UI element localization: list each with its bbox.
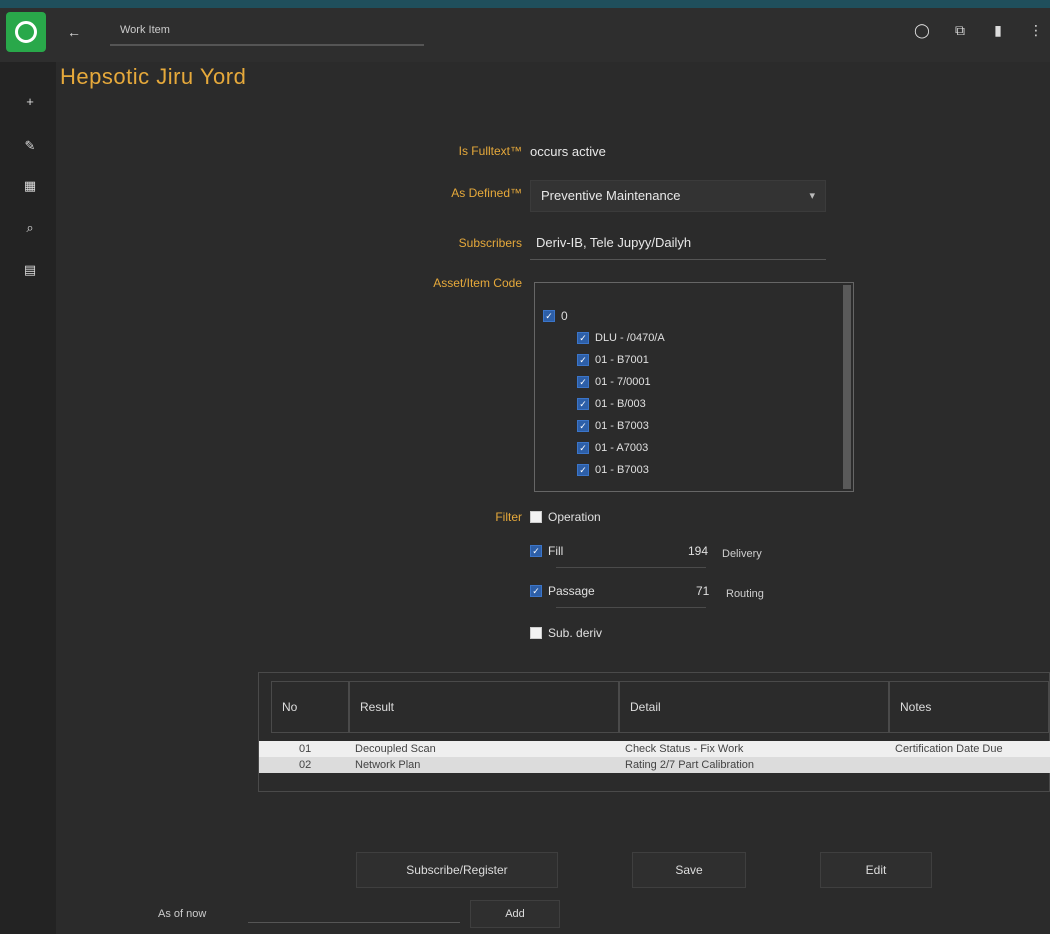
table-row[interactable]: 01 Decoupled Scan Check Status - Fix Wor… <box>259 741 1050 757</box>
circle-icon[interactable]: ◯ <box>914 22 930 38</box>
tree-checkbox[interactable]: ✓ <box>577 376 589 388</box>
tree-scrollbar[interactable] <box>843 285 851 489</box>
option-input-2[interactable] <box>556 548 706 568</box>
table-cell: Network Plan <box>355 759 421 771</box>
logo-icon <box>15 21 37 43</box>
field3-value: Deriv-IB, Tele Jupyy/Dailyh <box>536 235 692 250</box>
plus-icon[interactable]: + <box>22 94 38 110</box>
search-icon[interactable]: ⌕ <box>22 220 38 236</box>
app-logo[interactable] <box>6 12 46 52</box>
grid-icon[interactable]: ▤ <box>22 262 38 278</box>
table-cell: Rating 2/7 Part Calibration <box>625 759 755 771</box>
table-row[interactable]: 02 Network Plan Rating 2/7 Part Calibrat… <box>259 757 1050 773</box>
field2-select[interactable]: Preventive Maintenance ▾ <box>530 180 826 212</box>
pin-icon[interactable]: ✎ <box>22 138 38 154</box>
tree-item-label: 01 - A7003 <box>595 442 649 454</box>
tree-checkbox[interactable]: ✓ <box>577 332 589 344</box>
tree-checkbox[interactable]: ✓ <box>577 420 589 432</box>
tab-work-item[interactable]: Work Item <box>110 18 424 46</box>
tree-item[interactable]: ✓ 01 - B/003 <box>577 395 646 413</box>
tree-item[interactable]: ✓ 01 - B7001 <box>577 351 649 369</box>
tab-label: Work Item <box>120 24 170 36</box>
field1-label: Is Fulltext™ <box>458 144 522 158</box>
tree-item[interactable]: ✓ 01 - A7003 <box>577 439 648 457</box>
table-header[interactable]: Notes <box>889 681 1049 733</box>
tree-checkbox[interactable]: ✓ <box>577 464 589 476</box>
top-accent <box>0 0 1050 8</box>
results-table: No Result Detail Notes 01 Decoupled Scan… <box>258 672 1050 792</box>
edit-button[interactable]: Edit <box>820 852 932 888</box>
option-checkbox[interactable] <box>530 511 542 523</box>
footer-label: As of now <box>158 908 207 920</box>
tree-root-label: 0 <box>561 309 568 323</box>
option-input-3[interactable] <box>556 588 706 608</box>
table-cell: Decoupled Scan <box>355 743 436 755</box>
file-icon[interactable]: ▦ <box>22 178 38 194</box>
table-cell: 02 <box>299 759 312 771</box>
tree-root-checkbox[interactable]: ✓ <box>543 310 555 322</box>
option-value-2: 194 <box>688 544 709 558</box>
field2-label: As Defined™ <box>451 186 522 200</box>
field3-label: Subscribers <box>458 236 522 250</box>
option-unit-3: Routing <box>726 588 764 600</box>
tree-item-label: 01 - 7/0001 <box>595 376 651 388</box>
tree-item-label: 01 - B7003 <box>595 464 649 476</box>
tree-checkbox[interactable]: ✓ <box>577 354 589 366</box>
top-icons: ◯ ⧉ ▮ ⋮ <box>914 22 1050 38</box>
option-value-3: 71 <box>696 584 710 598</box>
subscribe-button[interactable]: Subscribe/Register <box>356 852 558 888</box>
tree-item[interactable]: ✓ 01 - B7003 <box>577 461 649 479</box>
table-cell <box>895 758 1045 772</box>
options-label: Filter <box>495 510 522 524</box>
option-label: Sub. deriv <box>548 626 603 640</box>
field1-value: occurs active <box>530 144 606 159</box>
bookmark-icon[interactable]: ▮ <box>990 22 1006 38</box>
table-cell: Check Status - Fix Work <box>625 743 744 755</box>
option-row-4[interactable]: Sub. deriv <box>530 626 602 640</box>
tree-checkbox[interactable]: ✓ <box>577 398 589 410</box>
field3-input[interactable]: Deriv-IB, Tele Jupyy/Dailyh <box>530 228 826 260</box>
add-button[interactable]: Add <box>470 900 560 928</box>
table-header[interactable]: Detail <box>619 681 889 733</box>
tree-root[interactable]: ✓ 0 <box>543 309 568 323</box>
more-icon[interactable]: ⋮ <box>1028 22 1044 38</box>
tree-item-label: 01 - B7003 <box>595 420 649 432</box>
sidebar: + ✎ ▦ ⌕ ▤ <box>0 62 56 934</box>
tree-item-label: 01 - B7001 <box>595 354 649 366</box>
save-button[interactable]: Save <box>632 852 746 888</box>
tree-item[interactable]: ✓ DLU - /0470/A <box>577 329 665 347</box>
tree-label: Asset/Item Code <box>433 276 522 290</box>
copy-icon[interactable]: ⧉ <box>952 22 968 38</box>
option-label: Operation <box>548 510 601 524</box>
table-cell: 01 <box>299 743 312 755</box>
option-row-1[interactable]: Operation <box>530 510 601 524</box>
tree-item[interactable]: ✓ 01 - 7/0001 <box>577 373 651 391</box>
table-cell: Certification Date Due <box>895 743 1003 755</box>
table-header[interactable]: Result <box>349 681 619 733</box>
footer-input[interactable] <box>248 922 460 923</box>
field2-value: Preventive Maintenance <box>541 188 681 203</box>
tree-item-label: 01 - B/003 <box>595 398 646 410</box>
page-title: Hepsotic Jiru Yord <box>60 64 247 89</box>
table-header[interactable]: No <box>271 681 349 733</box>
chevron-down-icon: ▾ <box>809 190 815 202</box>
arrow-left-icon[interactable]: ← <box>64 22 84 42</box>
tree-checkbox[interactable]: ✓ <box>577 442 589 454</box>
option-checkbox[interactable]: ✓ <box>530 585 542 597</box>
option-checkbox[interactable]: ✓ <box>530 545 542 557</box>
tree-item[interactable]: ✓ 01 - B7003 <box>577 417 649 435</box>
top-bar: ← Work Item ◯ ⧉ ▮ ⋮ <box>0 0 1050 62</box>
option-unit-2: Delivery <box>722 548 762 560</box>
asset-tree[interactable]: ✓ 0 ✓ DLU - /0470/A ✓ 01 - B7001 ✓ 01 - 7/0… <box>534 282 854 492</box>
tree-item-label: DLU - /0470/A <box>595 332 665 344</box>
option-checkbox[interactable] <box>530 627 542 639</box>
